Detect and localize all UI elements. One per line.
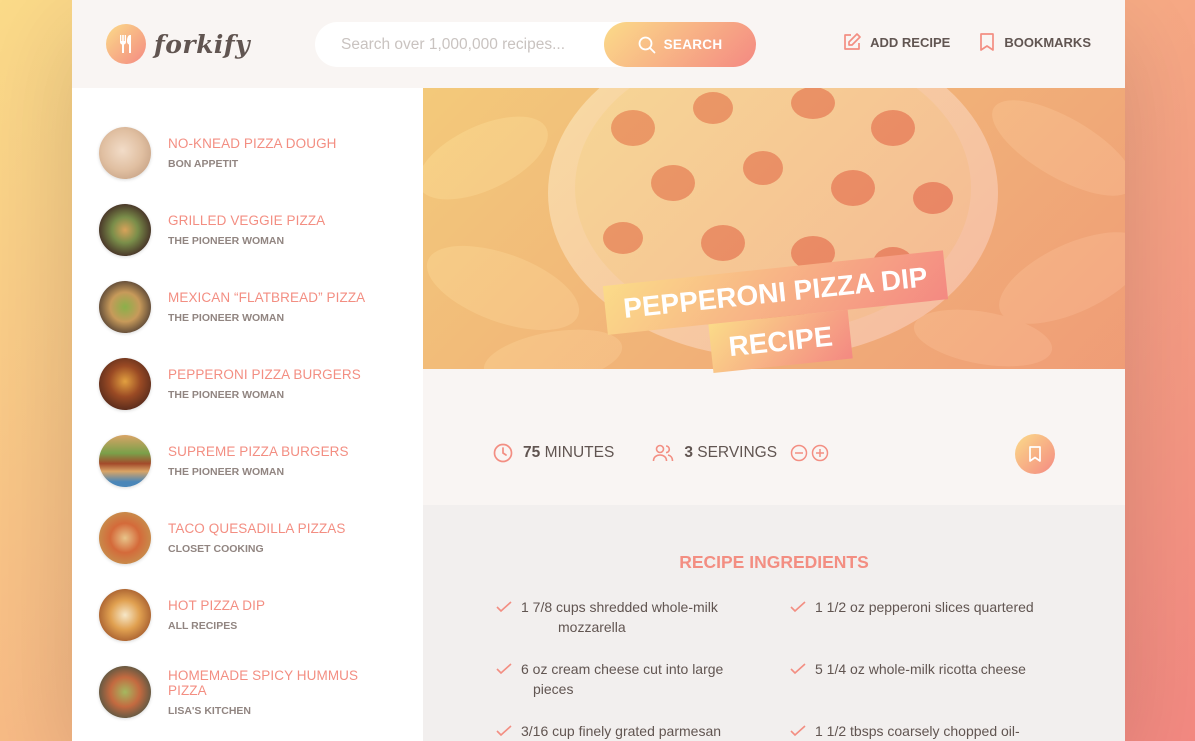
result-publisher: ALL RECIPES: [168, 620, 238, 632]
recipe-view: PEPPERONI PIZZA DIP RECIPE 75 MINUTES 3 …: [423, 88, 1125, 741]
app-container: forkify SEARCH ADD RECIPE: [72, 0, 1125, 741]
bookmark-icon: [980, 33, 995, 51]
check-icon: [790, 663, 806, 675]
search-results: NO-KNEAD PIZZA DOUGH BON APPETIT GRILLED…: [72, 88, 423, 741]
recipe-thumbnail: [99, 435, 151, 487]
check-icon: [790, 725, 806, 737]
decrease-servings-button[interactable]: [790, 444, 808, 462]
minus-circle-icon: [790, 444, 808, 462]
result-item[interactable]: TACO QUESADILLA PIZZAS CLOSET COOKING: [99, 508, 399, 568]
ingredient-text-cont: mozzarella: [558, 619, 626, 635]
increase-servings-button[interactable]: [811, 444, 829, 462]
result-item[interactable]: PEPPERONI PIZZA BURGERS THE PIONEER WOMA…: [99, 354, 399, 414]
recipe-thumbnail: [99, 589, 151, 641]
ingredient-text: 1 7/8 cups shredded whole-milk: [521, 599, 718, 615]
ingredient-item: 1 7/8 cups shredded whole-milk mozzarella: [495, 597, 789, 637]
result-publisher: BON APPETIT: [168, 158, 239, 170]
result-publisher: CLOSET COOKING: [168, 543, 264, 555]
add-recipe-label: ADD RECIPE: [870, 34, 951, 50]
recipe-thumbnail: [99, 281, 151, 333]
bookmark-icon: [1029, 446, 1041, 462]
plus-circle-icon: [811, 444, 829, 462]
search-form: SEARCH: [315, 22, 756, 67]
result-item[interactable]: MEXICAN “FLATBREAD” PIZZA THE PIONEER WO…: [99, 277, 399, 337]
result-title: PEPPERONI PIZZA BURGERS: [168, 367, 361, 382]
recipe-thumbnail: [99, 512, 151, 564]
servings-value: 3: [684, 444, 693, 461]
ingredient-text: 1 1/2 tbsps coarsely chopped oil-: [815, 723, 1020, 739]
search-icon: [638, 36, 655, 53]
ingredient-text: 6 oz cream cheese cut into large: [521, 661, 724, 677]
result-title: HOMEMADE SPICY HUMMUS PIZZA: [168, 667, 359, 698]
result-publisher: LISA'S KITCHEN: [168, 704, 252, 717]
search-button-label: SEARCH: [663, 37, 723, 52]
ingredient-item: 6 oz cream cheese cut into large pieces: [495, 659, 789, 699]
ingredient-list: 1 7/8 cups shredded whole-milk mozzarella…: [495, 597, 1055, 741]
check-icon: [496, 725, 512, 737]
logo[interactable]: forkify: [106, 24, 250, 64]
nav: ADD RECIPE BOOKMARKS: [842, 32, 1091, 52]
ingredients-heading: RECIPE INGREDIENTS: [679, 552, 869, 572]
result-title: TACO QUESADILLA PIZZAS: [168, 521, 346, 536]
add-recipe-button[interactable]: ADD RECIPE: [842, 32, 950, 52]
search-button[interactable]: SEARCH: [604, 22, 756, 67]
header: forkify SEARCH ADD RECIPE: [72, 0, 1125, 88]
result-title: HOT PIZZA DIP: [168, 598, 266, 613]
ingredient-text: 1 1/2 oz pepperoni slices quartered: [815, 599, 1034, 615]
fork-knife-icon: [106, 24, 146, 64]
ingredient-item: 3/16 cup finely grated parmesan: [495, 721, 789, 741]
check-icon: [790, 601, 806, 613]
bookmark-recipe-button[interactable]: [1015, 434, 1055, 474]
result-item[interactable]: HOT PIZZA DIP ALL RECIPES: [99, 585, 399, 645]
servings-label: SERVINGS: [697, 444, 778, 461]
result-publisher: THE PIONEER WOMAN: [168, 466, 285, 478]
result-item[interactable]: GRILLED VEGGIE PIZZA THE PIONEER WOMAN: [99, 200, 399, 260]
result-title: MEXICAN “FLATBREAD” PIZZA: [168, 290, 366, 305]
result-title: GRILLED VEGGIE PIZZA: [168, 213, 326, 228]
ingredients-section: RECIPE INGREDIENTS 1 7/8 cups shredded w…: [423, 505, 1125, 741]
bookmarks-label: BOOKMARKS: [1004, 34, 1091, 50]
search-input[interactable]: [341, 35, 611, 54]
ingredient-item: 1 1/2 tbsps coarsely chopped oil-: [789, 721, 1055, 741]
result-publisher: THE PIONEER WOMAN: [168, 312, 285, 324]
ingredient-text-cont: pieces: [533, 681, 574, 697]
check-icon: [496, 663, 512, 675]
check-icon: [496, 601, 512, 613]
result-publisher: THE PIONEER WOMAN: [168, 389, 285, 401]
recipe-thumbnail: [99, 204, 151, 256]
result-title: NO-KNEAD PIZZA DOUGH: [168, 136, 337, 151]
minutes-value: 75: [523, 444, 541, 461]
servings: 3 SERVINGS: [652, 443, 777, 463]
minutes-label: MINUTES: [544, 444, 615, 461]
result-item[interactable]: SUPREME PIZZA BURGERS THE PIONEER WOMAN: [99, 431, 399, 491]
result-publisher: THE PIONEER WOMAN: [168, 235, 285, 247]
cook-time: 75 MINUTES: [493, 443, 614, 463]
recipe-thumbnail: [99, 666, 151, 718]
recipe-thumbnail: [99, 127, 151, 179]
edit-icon: [844, 33, 861, 50]
clock-icon: [493, 443, 513, 463]
ingredient-text: 5 1/4 oz whole-milk ricotta cheese: [815, 661, 1026, 677]
result-title: SUPREME PIZZA BURGERS: [168, 444, 349, 459]
bookmarks-button[interactable]: BOOKMARKS: [978, 32, 1091, 52]
ingredient-item: 5 1/4 oz whole-milk ricotta cheese: [789, 659, 1055, 699]
servings-stepper: [790, 444, 829, 462]
recipe-thumbnail: [99, 358, 151, 410]
users-icon: [653, 444, 674, 462]
logo-text: forkify: [154, 29, 251, 59]
result-item[interactable]: HOMEMADE SPICY HUMMUS PIZZA LISA'S KITCH…: [99, 662, 399, 722]
result-item[interactable]: NO-KNEAD PIZZA DOUGH BON APPETIT: [99, 123, 399, 183]
recipe-details: 75 MINUTES 3 SERVINGS: [493, 433, 1063, 473]
ingredient-item: 1 1/2 oz pepperoni slices quartered: [789, 597, 1055, 637]
ingredient-text: 3/16 cup finely grated parmesan: [521, 723, 722, 739]
